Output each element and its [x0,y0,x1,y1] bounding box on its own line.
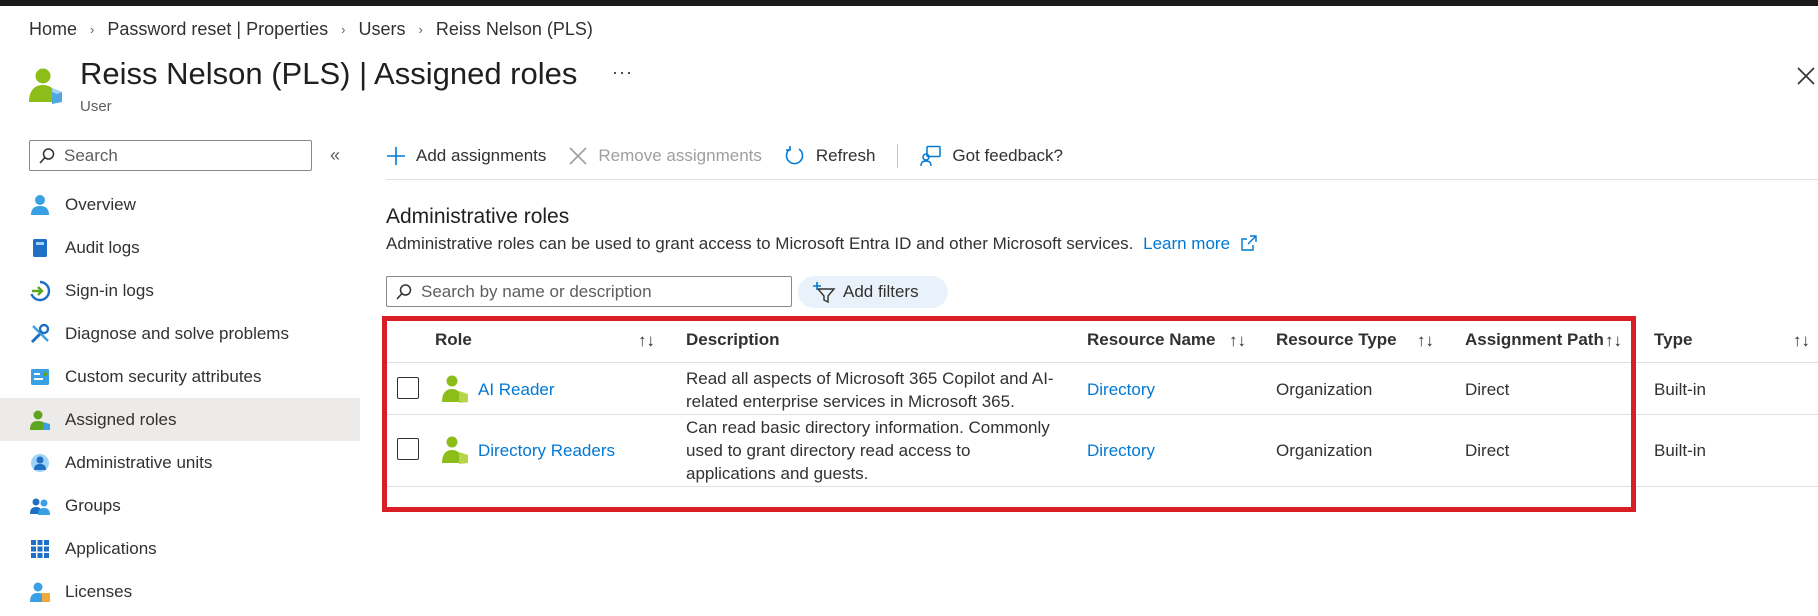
user-icon [29,194,51,216]
roles-search-placeholder: Search by name or description [421,281,652,301]
assigned-roles-icon [29,409,51,431]
sidebar-item-sign-in-logs[interactable]: Sign-in logs [0,269,360,312]
section-title: Administrative roles [386,205,570,228]
roles-search-input[interactable]: Search by name or description [386,276,792,307]
more-options-button[interactable]: ··· [612,62,633,83]
sidebar-item-licenses[interactable]: Licenses [0,570,360,613]
sidebar-item-administrative-units[interactable]: Administrative units [0,441,360,484]
breadcrumb-user[interactable]: Reiss Nelson (PLS) [436,19,593,40]
feedback-icon [920,145,942,167]
role-type: Built-in [1654,380,1706,399]
page-title: Reiss Nelson (PLS) | Assigned roles [80,56,578,91]
attributes-icon [29,366,51,388]
sidebar-item-label: Diagnose and solve problems [65,323,289,343]
sort-icon[interactable]: ↑↓ [1793,331,1810,351]
add-assignments-button[interactable]: Add assignments [386,146,546,166]
search-icon [396,283,412,300]
admin-units-icon [29,452,51,474]
remove-assignments-label: Remove assignments [598,146,762,165]
groups-icon [29,495,51,517]
add-assignments-label: Add assignments [416,146,547,165]
refresh-label: Refresh [815,146,876,165]
column-header-type[interactable]: Type [1654,330,1692,350]
licenses-icon [29,581,51,603]
sidebar-item-custom-security-attributes[interactable]: Custom security attributes [0,355,360,398]
breadcrumb-users[interactable]: Users [358,19,405,40]
section-description: Administrative roles can be used to gran… [386,234,1257,254]
toolbar-divider-line [386,179,1818,180]
breadcrumb: Home › Password reset | Properties › Use… [29,19,593,40]
collapse-sidebar-button[interactable]: « [330,145,340,166]
sidebar-item-label: Overview [65,194,136,214]
sidebar-item-assigned-roles[interactable]: Assigned roles [0,398,360,441]
apps-grid-icon [29,538,51,560]
sidebar-item-label: Administrative units [65,452,213,472]
sidebar-item-label: Custom security attributes [65,366,262,386]
page-subtitle: User [80,98,112,115]
feedback-button[interactable]: Got feedback? [920,145,1063,167]
sidebar-item-diagnose[interactable]: Diagnose and solve problems [0,312,360,355]
external-link-icon[interactable] [1241,235,1257,251]
top-bar [0,0,1818,6]
add-filters-label: Add filters [843,282,919,301]
section-description-text: Administrative roles can be used to gran… [386,234,1134,253]
plus-icon [387,147,405,165]
sidebar-item-overview[interactable]: Overview [0,183,360,226]
chevron-right-icon: › [90,22,95,37]
sidebar-item-label: Assigned roles [65,409,177,429]
remove-assignments-button[interactable]: Remove assignments [568,146,762,166]
refresh-button[interactable]: Refresh [784,145,876,167]
user-icon [29,68,62,104]
search-icon [39,147,55,164]
learn-more-link[interactable]: Learn more [1143,234,1230,253]
toolbar-divider [897,144,899,168]
sidebar-item-label: Sign-in logs [65,280,154,300]
highlight-annotation-box [382,316,1636,512]
sidebar-item-applications[interactable]: Applications [0,527,360,570]
sidebar-item-audit-logs[interactable]: Audit logs [0,226,360,269]
breadcrumb-home[interactable]: Home [29,19,77,40]
book-icon [29,237,51,259]
sidebar-nav: Overview Audit logs Sign-in logs Diagnos… [0,183,360,613]
feedback-label: Got feedback? [952,146,1063,165]
chevron-right-icon: › [418,22,423,37]
sign-in-icon [29,280,51,302]
breadcrumb-password-reset[interactable]: Password reset | Properties [107,19,328,40]
sidebar-item-label: Applications [65,538,157,558]
role-type: Built-in [1654,441,1706,460]
wrench-icon [29,323,51,345]
sidebar-item-label: Licenses [65,581,133,601]
command-bar: Add assignments Remove assignments Refre… [386,138,1085,174]
add-filter-icon [813,282,836,303]
sidebar-search-placeholder: Search [64,145,118,165]
close-icon [569,147,587,165]
sidebar-search-input[interactable]: Search [29,140,312,171]
sidebar-item-label: Groups [65,495,121,515]
sidebar-item-label: Audit logs [65,237,140,257]
add-filters-button[interactable]: Add filters [798,276,948,308]
chevron-right-icon: › [341,22,346,37]
refresh-icon [785,146,804,165]
sidebar-item-groups[interactable]: Groups [0,484,360,527]
close-icon[interactable] [1794,64,1818,88]
